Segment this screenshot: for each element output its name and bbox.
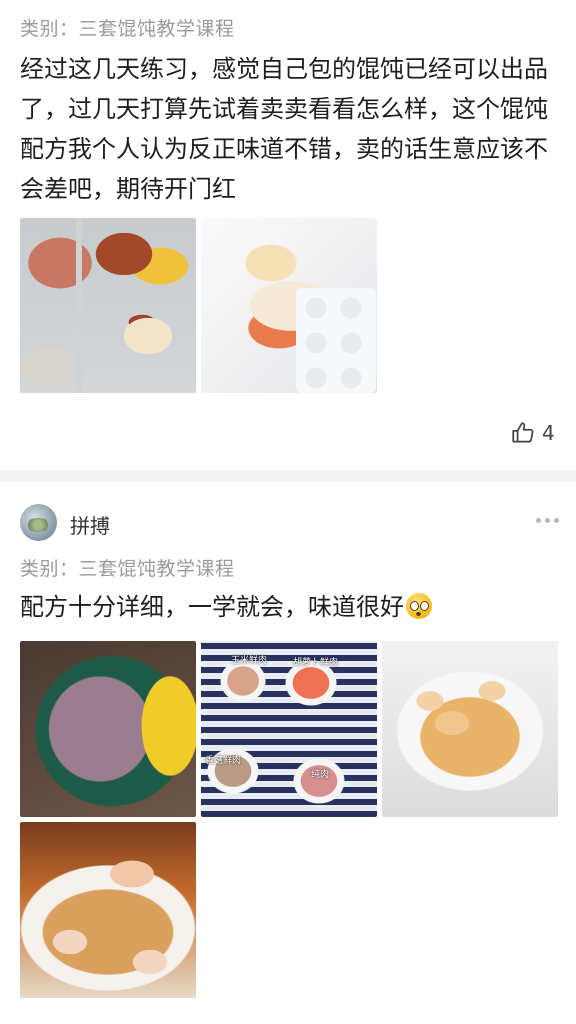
post-category: 类别：三套馄饨教学课程 [20,18,235,40]
post-content-text: 配方十分详细，一学就会，味道很好 [20,593,404,621]
avatar[interactable] [20,504,57,541]
post-divider [0,470,576,482]
post-image-filling-bowls[interactable]: 玉米鲜肉 胡萝卜鲜肉 香菇鲜肉 纯肉 [201,641,377,817]
like-count: 4 [542,421,555,445]
post-image-wonton-soup[interactable] [382,641,558,817]
flushed-face-emoji-icon [406,593,432,619]
post-card[interactable]: 类别：三套馄饨教学课程 经过这几天练习，感觉自己包的馄饨已经可以出品了，过几天打… [0,0,576,458]
post-image-wrapping-wontons[interactable] [201,218,377,393]
image-label-pure-pork: 纯肉 [311,770,330,780]
post-content: 配方十分详细，一学就会，味道很好 [20,587,560,627]
post-image-wonton-fillings[interactable] [20,218,196,393]
post-image-wonton-spoon[interactable] [20,822,196,998]
post-image-meat-and-corn[interactable] [20,641,196,817]
username[interactable]: 拼搏 [70,510,110,539]
post-content: 经过这几天练习，感觉自己包的馄饨已经可以出品了，过几天打算先试着卖卖看看怎么样，… [20,55,548,203]
post-card[interactable]: 拼搏 类别：三套馄饨教学课程 配方十分详细，一学就会，味道很好 玉米鲜肉 胡萝卜… [0,482,576,1024]
more-dots-icon[interactable] [536,518,559,523]
like-button[interactable]: 4 [510,420,555,446]
image-label-corn-pork: 玉米鲜肉 [231,656,268,666]
thumbs-up-icon [512,422,534,443]
post-category: 类别：三套馄饨教学课程 [20,558,235,580]
image-label-mushroom-pork: 香菇鲜肉 [205,756,242,766]
image-label-carrot-pork: 胡萝卜鲜肉 [293,658,339,668]
